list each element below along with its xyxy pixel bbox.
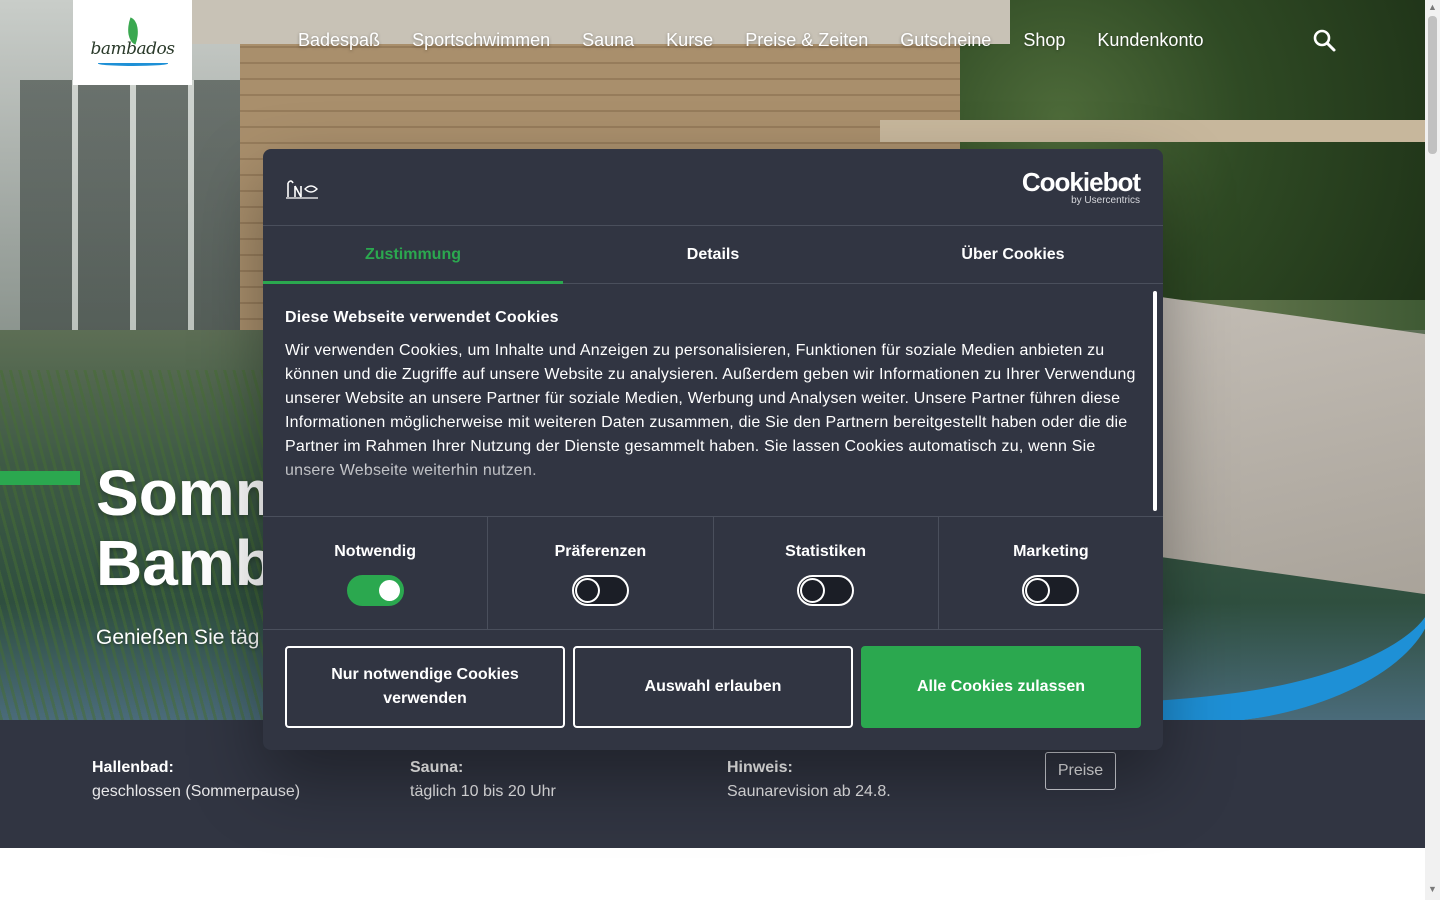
toggle-knob [1027, 580, 1049, 601]
category-praeferenzen: Präferenzen [488, 517, 714, 629]
info-value: täglich 10 bis 20 Uhr [410, 783, 556, 800]
cookie-text-scrollbar[interactable] [1153, 291, 1157, 511]
toggle-praeferenzen[interactable] [571, 575, 629, 606]
toggle-knob [802, 580, 824, 601]
cookie-dialog-header: Cookiebot by Usercentrics [263, 149, 1163, 226]
hero-subtitle: Genießen Sie täg [96, 626, 260, 649]
toggle-knob [576, 580, 598, 601]
hero-pergola [880, 120, 1425, 142]
info-value: Saunarevision ab 24.8. [727, 783, 891, 800]
necessary-cookies-button[interactable]: Nur notwendige Cookies verwenden [285, 646, 565, 728]
category-label: Präferenzen [554, 543, 647, 560]
nav-item-sportschwimmen[interactable]: Sportschwimmen [396, 22, 566, 59]
nav-item-shop[interactable]: Shop [1007, 22, 1081, 59]
nav-item-gutscheine[interactable]: Gutscheine [884, 22, 1007, 59]
toggle-marketing[interactable] [1022, 575, 1080, 606]
category-label: Notwendig [334, 543, 416, 560]
info-hallenbad: Hallenbad: geschlossen (Sommerpause) [92, 756, 300, 804]
main-nav: Badespaß Sportschwimmen Sauna Kurse Prei… [282, 22, 1219, 59]
nav-item-sauna[interactable]: Sauna [566, 22, 650, 59]
info-label: Hallenbad: [92, 759, 174, 776]
category-notwendig: Notwendig [263, 517, 489, 629]
cookie-heading: Diese Webseite verwendet Cookies [285, 309, 559, 326]
cookie-consent-dialog: Cookiebot by Usercentrics Zustimmung Det… [263, 149, 1163, 750]
info-hinweis: Hinweis: Saunarevision ab 24.8. [727, 756, 891, 804]
info-value: geschlossen (Sommerpause) [92, 783, 301, 800]
cookie-category-switches: Notwendig Präferenzen Statistiken Market… [263, 516, 1163, 630]
category-label: Marketing [1013, 543, 1089, 560]
tab-ueber-cookies[interactable]: Über Cookies [863, 226, 1163, 283]
search-icon[interactable] [1312, 28, 1338, 54]
preise-button[interactable]: Preise [1045, 752, 1116, 790]
site-mini-logo-icon [285, 177, 319, 199]
cookie-action-buttons: Nur notwendige Cookies verwenden Auswahl… [285, 646, 1141, 728]
cookiebot-title: Cookiebot [1021, 167, 1141, 197]
scroll-up-arrow-icon[interactable]: ▲ [1425, 2, 1440, 14]
toggle-statistiken[interactable] [797, 575, 855, 606]
category-statistiken: Statistiken [714, 517, 939, 629]
nav-item-kundenkonto[interactable]: Kundenkonto [1081, 22, 1219, 59]
allow-all-cookies-button[interactable]: Alle Cookies zulassen [861, 646, 1141, 728]
page-scrollbar[interactable]: ▲ ▼ [1425, 0, 1440, 900]
nav-item-preise-zeiten[interactable]: Preise & Zeiten [729, 22, 884, 59]
info-label: Sauna: [410, 759, 464, 776]
nav-item-kurse[interactable]: Kurse [650, 22, 729, 59]
scroll-down-arrow-icon[interactable]: ▼ [1425, 884, 1440, 896]
toggle-notwendig[interactable] [346, 575, 404, 606]
tab-zustimmung[interactable]: Zustimmung [263, 226, 563, 284]
nav-item-badespass[interactable]: Badespaß [282, 22, 396, 59]
cookie-tabs: Zustimmung Details Über Cookies [263, 226, 1163, 284]
cookiebot-logo: Cookiebot by Usercentrics [1021, 167, 1141, 206]
scrollbar-thumb[interactable] [1428, 16, 1437, 154]
category-marketing: Marketing [939, 517, 1163, 629]
hero-accent-bar [0, 471, 80, 485]
allow-selection-button[interactable]: Auswahl erlauben [573, 646, 853, 728]
toggle-knob [378, 580, 400, 601]
category-label: Statistiken [785, 543, 867, 560]
site-logo[interactable]: bambados [73, 0, 192, 85]
logo-wave-icon [97, 61, 168, 66]
info-label: Hinweis: [727, 759, 793, 776]
cookie-text-fade [263, 449, 1143, 509]
tab-details[interactable]: Details [563, 226, 863, 283]
info-sauna: Sauna: täglich 10 bis 20 Uhr [410, 756, 556, 804]
